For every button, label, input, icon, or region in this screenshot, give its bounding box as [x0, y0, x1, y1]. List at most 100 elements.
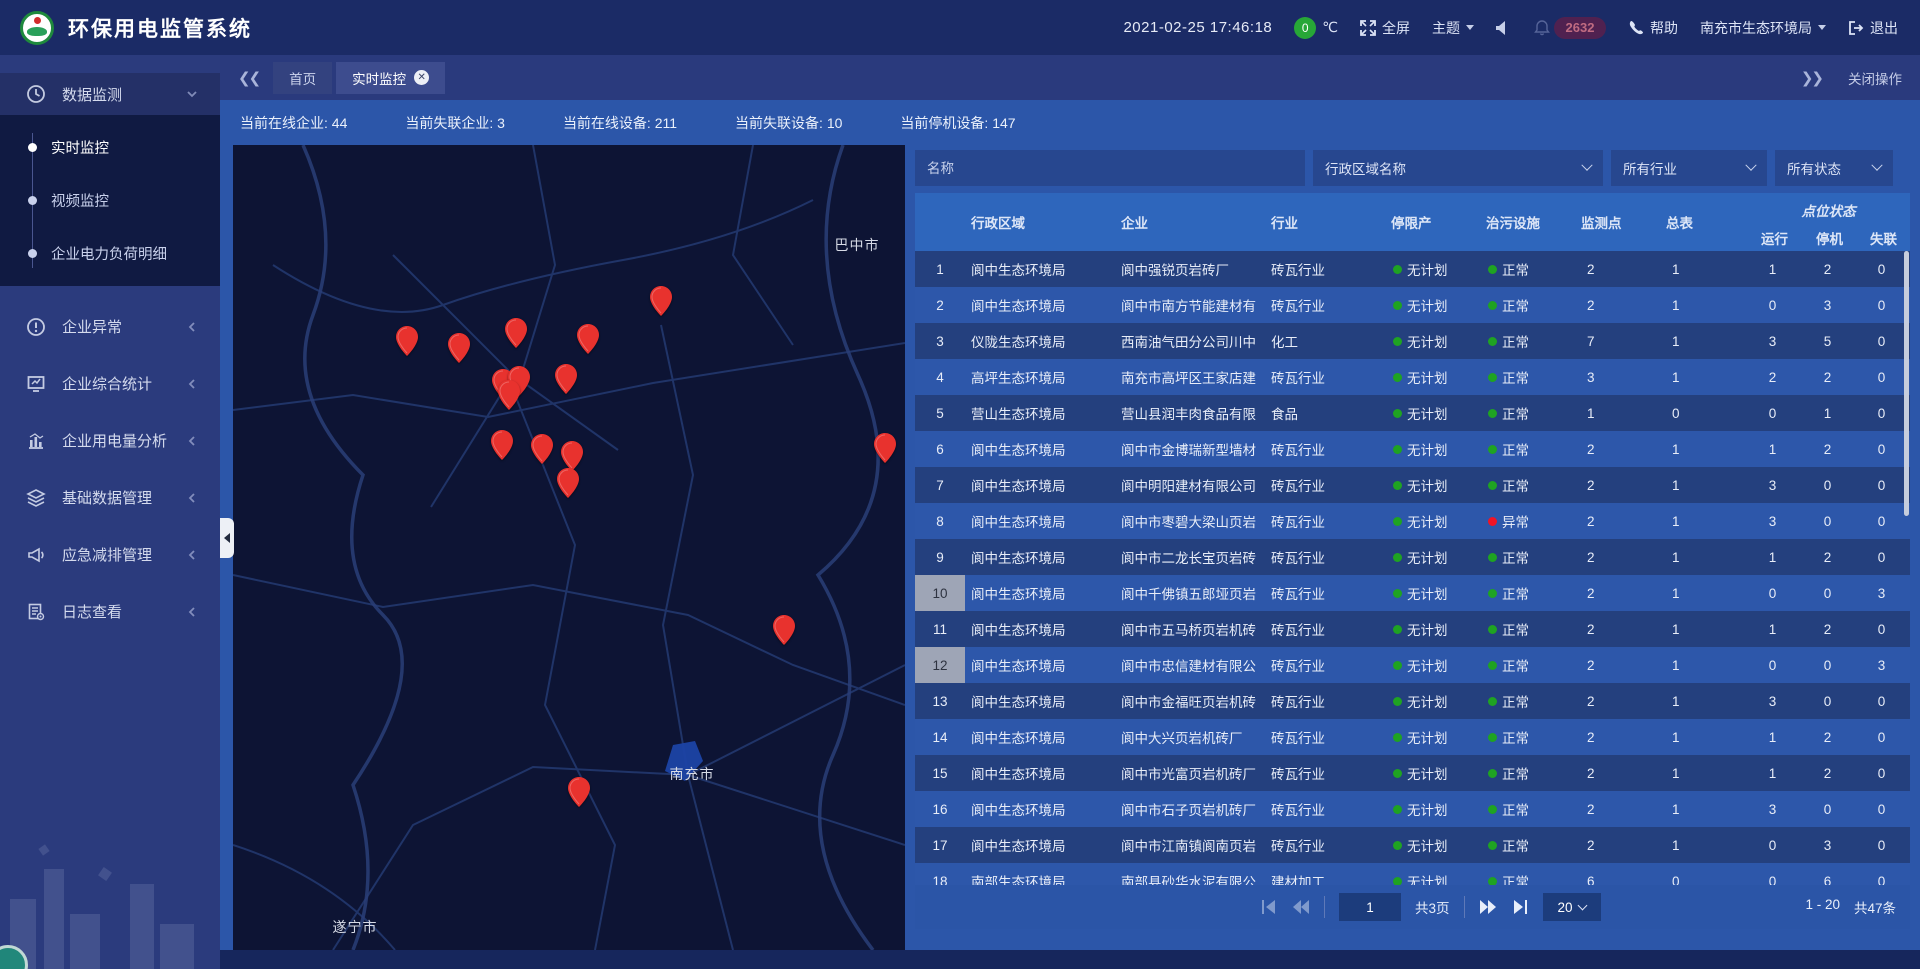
- plan-status-cell: 无计划: [1385, 359, 1480, 395]
- logout-button[interactable]: 退出: [1848, 18, 1898, 38]
- status-dot: [1488, 301, 1497, 310]
- sidebar-item-数据监测[interactable]: 数据监测: [0, 73, 220, 115]
- tab-实时监控[interactable]: 实时监控 ✕: [336, 62, 445, 94]
- page-size-select[interactable]: 20: [1543, 893, 1601, 921]
- tabs-scroll-left-icon[interactable]: ❮❮: [238, 69, 259, 87]
- region-cell: 阆中生态环境局: [965, 539, 1115, 575]
- next-page-icon[interactable]: [1479, 899, 1497, 915]
- logout-label: 退出: [1870, 18, 1898, 38]
- map-city-label: 遂宁市: [333, 917, 378, 937]
- running-count-cell: 3: [1745, 683, 1800, 719]
- map-pin-icon[interactable]: [650, 286, 672, 316]
- map-pin-icon[interactable]: [448, 333, 470, 363]
- table-row[interactable]: 13阆中生态环境局阆中市金福旺页岩机砖砖瓦行业无计划正常21300: [915, 683, 1910, 719]
- table-row[interactable]: 1阆中生态环境局阆中强锐页岩砖厂砖瓦行业无计划正常21120: [915, 251, 1910, 287]
- table-row[interactable]: 16阆中生态环境局阆中市石子页岩机砖厂砖瓦行业无计划正常21300: [915, 791, 1910, 827]
- sidebar-collapse-handle[interactable]: [220, 518, 234, 558]
- sidebar-item-企业异常[interactable]: 企业异常: [0, 298, 220, 355]
- tabs-scroll-right-icon[interactable]: ❯❯: [1801, 69, 1822, 87]
- map-pin-icon[interactable]: [557, 468, 579, 498]
- table-row[interactable]: 17阆中生态环境局阆中市江南镇阆南页岩砖瓦行业无计划正常21030: [915, 827, 1910, 863]
- map-pin-icon[interactable]: [505, 318, 527, 348]
- bottom-strip: [220, 950, 1920, 969]
- region-cell: 阆中生态环境局: [965, 719, 1115, 755]
- facility-status-cell: 正常: [1480, 611, 1575, 647]
- help-button[interactable]: 帮助: [1628, 18, 1678, 38]
- map-pin-icon[interactable]: [568, 777, 590, 807]
- region-select[interactable]: 行政区域名称: [1313, 150, 1603, 186]
- status-select[interactable]: 所有状态: [1775, 150, 1893, 186]
- name-search-input[interactable]: [915, 150, 1305, 186]
- close-operations-button[interactable]: 关闭操作: [1848, 68, 1902, 88]
- table-scrollbar[interactable]: [1904, 251, 1909, 516]
- stat-item: 当前失联企业: 3: [405, 113, 505, 133]
- status-dot: [1393, 517, 1402, 526]
- table-row[interactable]: 14阆中生态环境局阆中大兴页岩机砖厂砖瓦行业无计划正常21120: [915, 719, 1910, 755]
- stat-item: 当前在线设备: 211: [563, 113, 677, 133]
- table-row[interactable]: 15阆中生态环境局阆中市光富页岩机砖厂砖瓦行业无计划正常21120: [915, 755, 1910, 791]
- table-row[interactable]: 5营山生态环境局营山县润丰肉食品有限食品无计划正常10010: [915, 395, 1910, 431]
- region-cell: 仪陇生态环境局: [965, 323, 1115, 359]
- tab-首页[interactable]: 首页: [273, 62, 332, 94]
- datetime: 2021-02-25 17:46:18: [1123, 19, 1272, 36]
- sidebar-item-企业综合统计[interactable]: 企业综合统计: [0, 355, 220, 412]
- table-row[interactable]: 2阆中生态环境局阆中市南方节能建材有砖瓦行业无计划正常21030: [915, 287, 1910, 323]
- plan-status-cell: 无计划: [1385, 647, 1480, 683]
- tab-label: 实时监控: [352, 68, 406, 88]
- plan-status-label: 无计划: [1407, 835, 1448, 855]
- megaphone-icon: [26, 545, 46, 565]
- lost-count-cell: 0: [1855, 467, 1908, 503]
- running-count-cell: 0: [1745, 647, 1800, 683]
- map-pin-icon[interactable]: [773, 615, 795, 645]
- map-roads: [233, 145, 905, 950]
- close-icon[interactable]: ✕: [414, 70, 429, 85]
- sidebar-subitem-企业电力负荷明细[interactable]: 企业电力负荷明细: [0, 227, 220, 280]
- table-row[interactable]: 4高坪生态环境局南充市高坪区王家店建砖瓦行业无计划正常31220: [915, 359, 1910, 395]
- running-count-cell: 0: [1745, 575, 1800, 611]
- industry-select[interactable]: 所有行业: [1611, 150, 1767, 186]
- notifications[interactable]: 2632: [1534, 17, 1606, 39]
- prev-page-icon[interactable]: [1292, 899, 1310, 915]
- map-pin-icon[interactable]: [874, 433, 896, 463]
- table-row[interactable]: 11阆中生态环境局阆中市五马桥页岩机砖砖瓦行业无计划正常21120: [915, 611, 1910, 647]
- map-pin-icon[interactable]: [396, 326, 418, 356]
- stat-item: 当前停机设备: 147: [900, 113, 1015, 133]
- map-pin-icon[interactable]: [491, 430, 513, 460]
- table-row[interactable]: 8阆中生态环境局阆中市枣碧大梁山页岩砖瓦行业无计划异常21300: [915, 503, 1910, 539]
- page-number-input[interactable]: [1339, 893, 1401, 921]
- map-pin-icon[interactable]: [577, 324, 599, 354]
- sidebar-subitem-视频监控[interactable]: 视频监控: [0, 174, 220, 227]
- map-pin-icon[interactable]: [498, 380, 520, 410]
- chevron-left-icon: [186, 492, 198, 504]
- map-pin-icon[interactable]: [561, 441, 583, 471]
- org-dropdown[interactable]: 南充市生态环境局: [1700, 18, 1826, 38]
- sidebar-item-日志查看[interactable]: 日志查看: [0, 583, 220, 640]
- company-cell: 阆中市石子页岩机砖厂: [1115, 791, 1265, 827]
- status-dot: [1488, 697, 1497, 706]
- theme-dropdown[interactable]: 主题: [1432, 18, 1474, 38]
- log-icon: [26, 602, 46, 622]
- map[interactable]: 巴中市南充市遂宁市: [233, 145, 905, 950]
- facility-status-cell: 正常: [1480, 251, 1575, 287]
- table-row[interactable]: 6阆中生态环境局阆中市金博瑞新型墙材砖瓦行业无计划正常21120: [915, 431, 1910, 467]
- table-row[interactable]: 7阆中生态环境局阆中明阳建材有限公司砖瓦行业无计划正常21300: [915, 467, 1910, 503]
- table-row[interactable]: 10阆中生态环境局阆中千佛镇五郎垭页岩砖瓦行业无计划正常21003: [915, 575, 1910, 611]
- sidebar-subitem-实时监控[interactable]: 实时监控: [0, 121, 220, 174]
- sidebar-item-基础数据管理[interactable]: 基础数据管理: [0, 469, 220, 526]
- sound-button[interactable]: [1496, 20, 1512, 36]
- last-page-icon[interactable]: [1511, 899, 1529, 915]
- table-row[interactable]: 12阆中生态环境局阆中市忠信建材有限公砖瓦行业无计划正常21003: [915, 647, 1910, 683]
- lost-count-cell: 0: [1855, 287, 1908, 323]
- sidebar-item-label: 应急减排管理: [62, 544, 152, 565]
- table-row[interactable]: 3仪陇生态环境局西南油气田分公司川中化工无计划正常71350: [915, 323, 1910, 359]
- sidebar-item-应急减排管理[interactable]: 应急减排管理: [0, 526, 220, 583]
- sidebar-item-企业用电量分析[interactable]: 企业用电量分析: [0, 412, 220, 469]
- chevron-down-icon: [1581, 160, 1592, 171]
- first-page-icon[interactable]: [1260, 899, 1278, 915]
- row-number-cell: 8: [915, 503, 965, 539]
- fullscreen-button[interactable]: 全屏: [1360, 18, 1410, 38]
- facility-status-cell: 正常: [1480, 683, 1575, 719]
- map-pin-icon[interactable]: [531, 434, 553, 464]
- table-row[interactable]: 9阆中生态环境局阆中市二龙长宝页岩砖砖瓦行业无计划正常21120: [915, 539, 1910, 575]
- map-pin-icon[interactable]: [555, 364, 577, 394]
